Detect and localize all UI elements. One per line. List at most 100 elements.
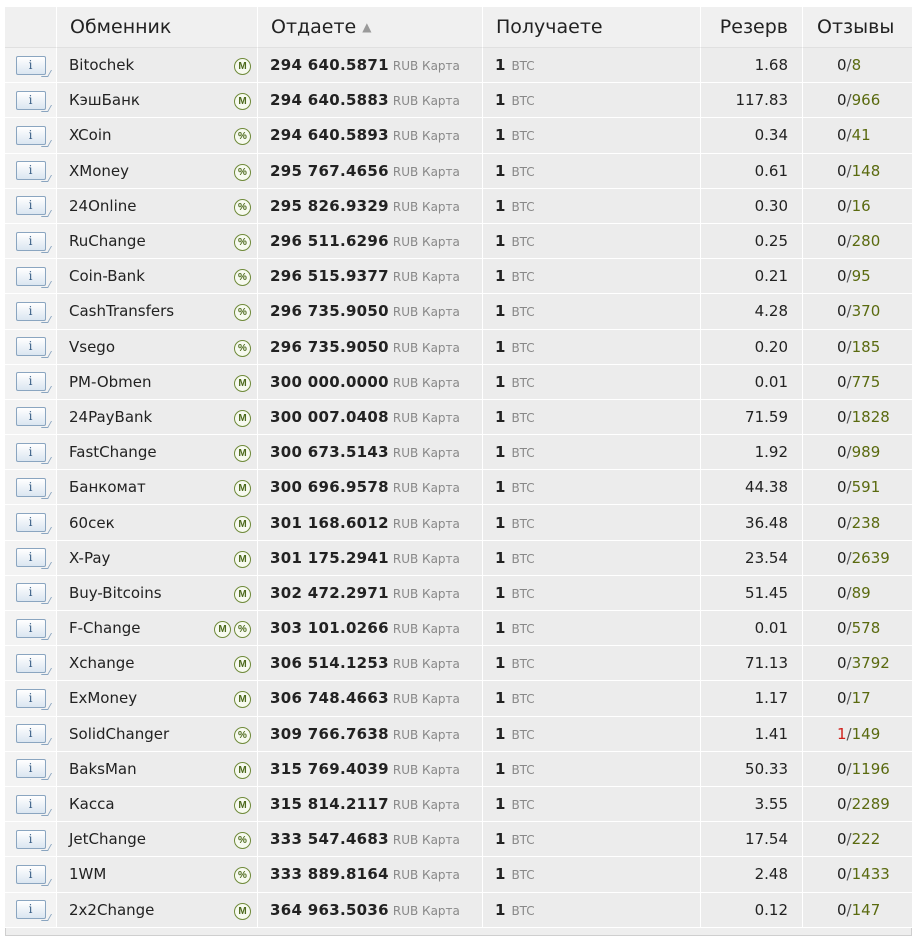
exchanger-cell[interactable]: 1WM% bbox=[57, 857, 258, 893]
positive-reviews-count[interactable]: 95 bbox=[852, 267, 871, 285]
exchanger-cell[interactable]: BaksMan M bbox=[57, 751, 258, 787]
reviews-cell[interactable]: 0/2639 bbox=[803, 540, 912, 576]
info-icon[interactable]: i bbox=[15, 829, 46, 849]
exchanger-cell[interactable]: 24Online% bbox=[57, 188, 258, 224]
negative-reviews-count[interactable]: 0 bbox=[837, 197, 847, 215]
exchanger-name[interactable]: XCoin bbox=[69, 126, 112, 144]
table-row[interactable]: i Касса M 315 814.2117 RUB Карта 1 BTC 3.55 0/22… bbox=[5, 786, 912, 823]
negative-reviews-count[interactable]: 0 bbox=[837, 795, 847, 813]
info-icon[interactable]: i bbox=[15, 301, 46, 321]
exchanger-name[interactable]: Buy-Bitcoins bbox=[69, 584, 162, 602]
table-row[interactable]: i FastChange M 300 673.5143 RUB Карта 1 BTC 1.9… bbox=[5, 435, 912, 471]
reviews-cell[interactable]: 0/238 bbox=[803, 505, 912, 541]
exchanger-cell[interactable]: SolidChanger% bbox=[57, 716, 258, 752]
reviews-cell[interactable]: 0/222 bbox=[803, 822, 912, 858]
positive-reviews-count[interactable]: 1828 bbox=[852, 408, 890, 426]
exchanger-cell[interactable]: КэшБанк M bbox=[57, 83, 258, 119]
exchanger-cell[interactable]: XCoin% bbox=[57, 118, 258, 154]
exchanger-name[interactable]: FastChange bbox=[69, 443, 157, 461]
exchanger-name[interactable]: X-Pay bbox=[69, 549, 110, 567]
negative-reviews-count[interactable]: 0 bbox=[837, 302, 847, 320]
info-icon[interactable]: i bbox=[15, 688, 46, 708]
exchanger-cell[interactable]: ExMoney M bbox=[57, 681, 258, 717]
exchanger-cell[interactable]: 24PayBank M bbox=[57, 399, 258, 436]
exchanger-name[interactable]: RuChange bbox=[69, 232, 146, 250]
info-icon[interactable]: i bbox=[15, 90, 46, 110]
negative-reviews-count[interactable]: 0 bbox=[837, 56, 847, 74]
negative-reviews-count[interactable]: 0 bbox=[837, 338, 847, 356]
info-icon[interactable]: i bbox=[15, 759, 46, 779]
negative-reviews-count[interactable]: 0 bbox=[837, 654, 847, 672]
table-row[interactable]: i 2x2Change M 364 963.5036 RUB Карта 1 BTC 0.12… bbox=[5, 892, 912, 928]
positive-reviews-count[interactable]: 2639 bbox=[852, 549, 890, 567]
column-header-get[interactable]: Получаете bbox=[483, 7, 701, 48]
reviews-cell[interactable]: 0/591 bbox=[803, 470, 912, 506]
info-icon[interactable]: i bbox=[15, 125, 46, 145]
negative-reviews-count[interactable]: 0 bbox=[837, 232, 847, 250]
negative-reviews-count[interactable]: 0 bbox=[837, 584, 847, 602]
reviews-cell[interactable]: 0/185 bbox=[803, 329, 912, 365]
reviews-cell[interactable]: 0/89 bbox=[803, 575, 912, 611]
info-icon[interactable]: i bbox=[15, 864, 46, 884]
exchanger-name[interactable]: 1WM bbox=[69, 865, 106, 883]
reviews-cell[interactable]: 0/16 bbox=[803, 188, 912, 224]
positive-reviews-count[interactable]: 989 bbox=[852, 443, 881, 461]
table-row[interactable]: i ExMoney M 306 748.4663 RUB Карта 1 BTC 1.17 0/… bbox=[5, 681, 912, 717]
info-icon[interactable]: i bbox=[15, 407, 46, 427]
table-row[interactable]: i CashTransfers% 296 735.9050 RUB Карта 1 BTC… bbox=[5, 294, 912, 330]
info-icon[interactable]: i bbox=[15, 583, 46, 603]
info-icon[interactable]: i bbox=[15, 337, 46, 357]
positive-reviews-count[interactable]: 41 bbox=[852, 126, 871, 144]
table-row[interactable]: i 60сек M 301 168.6012 RUB Карта 1 BTC 36.48 0/2… bbox=[5, 505, 912, 541]
exchanger-name[interactable]: 24Online bbox=[69, 197, 136, 215]
positive-reviews-count[interactable]: 16 bbox=[852, 197, 871, 215]
negative-reviews-count[interactable]: 0 bbox=[837, 126, 847, 144]
positive-reviews-count[interactable]: 280 bbox=[852, 232, 881, 250]
exchanger-name[interactable]: ExMoney bbox=[69, 689, 137, 707]
positive-reviews-count[interactable]: 238 bbox=[852, 514, 881, 532]
table-row[interactable]: i Банкомат M 300 696.9578 RUB Карта 1 BTC 44.38… bbox=[5, 470, 912, 506]
exchanger-name[interactable]: Касса bbox=[69, 795, 115, 813]
positive-reviews-count[interactable]: 185 bbox=[852, 338, 881, 356]
exchanger-name[interactable]: 2x2Change bbox=[69, 901, 154, 919]
column-header-exchanger[interactable]: Обменник bbox=[57, 7, 258, 48]
column-header-reviews[interactable]: Отзывы bbox=[803, 7, 912, 48]
reviews-cell[interactable]: 0/1196 bbox=[803, 751, 912, 787]
reviews-cell[interactable]: 0/370 bbox=[803, 294, 912, 330]
positive-reviews-count[interactable]: 8 bbox=[852, 56, 862, 74]
exchanger-name[interactable]: Bitochek bbox=[69, 56, 134, 74]
exchanger-cell[interactable]: Vsego% bbox=[57, 329, 258, 365]
table-row[interactable]: i X-Pay M 301 175.2941 RUB Карта 1 BTC 23.54 0/2… bbox=[5, 540, 912, 576]
exchanger-name[interactable]: КэшБанк bbox=[69, 91, 140, 109]
positive-reviews-count[interactable]: 370 bbox=[852, 302, 881, 320]
exchanger-name[interactable]: 24PayBank bbox=[69, 408, 152, 426]
info-icon[interactable]: i bbox=[15, 372, 46, 392]
exchanger-name[interactable]: JetChange bbox=[69, 830, 146, 848]
exchanger-cell[interactable]: JetChange% bbox=[57, 822, 258, 858]
table-row[interactable]: i Xchange M 306 514.1253 RUB Карта 1 BTC 71.13 0… bbox=[5, 646, 912, 682]
exchanger-cell[interactable]: CashTransfers% bbox=[57, 294, 258, 330]
table-row[interactable]: i XCoin% 294 640.5893 RUB Карта 1 BTC 0.34 0/41 bbox=[5, 118, 912, 154]
positive-reviews-count[interactable]: 578 bbox=[852, 619, 881, 637]
reviews-cell[interactable]: 0/775 bbox=[803, 364, 912, 400]
reviews-cell[interactable]: 0/41 bbox=[803, 118, 912, 154]
table-row[interactable]: i 24Online% 295 826.9329 RUB Карта 1 BTC 0.30 0… bbox=[5, 188, 912, 224]
exchanger-name[interactable]: BaksMan bbox=[69, 760, 137, 778]
table-row[interactable]: i Bitochek M 294 640.5871 RUB Карта 1 BTC 1.68 0… bbox=[5, 48, 912, 84]
table-row[interactable]: i SolidChanger% 309 766.7638 RUB Карта 1 BTC 1… bbox=[5, 716, 912, 752]
exchanger-cell[interactable]: Bitochek M bbox=[57, 48, 258, 84]
table-row[interactable]: i Vsego% 296 735.9050 RUB Карта 1 BTC 0.20 0/18… bbox=[5, 329, 912, 365]
table-row[interactable]: i Coin-Bank% 296 515.9377 RUB Карта 1 BTC 0.21… bbox=[5, 259, 912, 295]
negative-reviews-count[interactable]: 0 bbox=[837, 901, 847, 919]
table-row[interactable]: i КэшБанк M 294 640.5883 RUB Карта 1 BTC 117.83… bbox=[5, 83, 912, 119]
positive-reviews-count[interactable]: 966 bbox=[852, 91, 881, 109]
reviews-cell[interactable]: 1/149 bbox=[803, 716, 912, 752]
exchanger-cell[interactable]: PM-Obmen M bbox=[57, 364, 258, 400]
table-row[interactable]: i BaksMan M 315 769.4039 RUB Карта 1 BTC 50.33 0… bbox=[5, 751, 912, 787]
reviews-cell[interactable]: 0/8 bbox=[803, 48, 912, 84]
table-row[interactable]: i 24PayBank M 300 007.0408 RUB Карта 1 BTC 71.5… bbox=[5, 399, 912, 436]
reviews-cell[interactable]: 0/2289 bbox=[803, 786, 912, 823]
info-icon[interactable]: i bbox=[15, 442, 46, 462]
info-icon[interactable]: i bbox=[15, 196, 46, 216]
reviews-cell[interactable]: 0/148 bbox=[803, 153, 912, 189]
